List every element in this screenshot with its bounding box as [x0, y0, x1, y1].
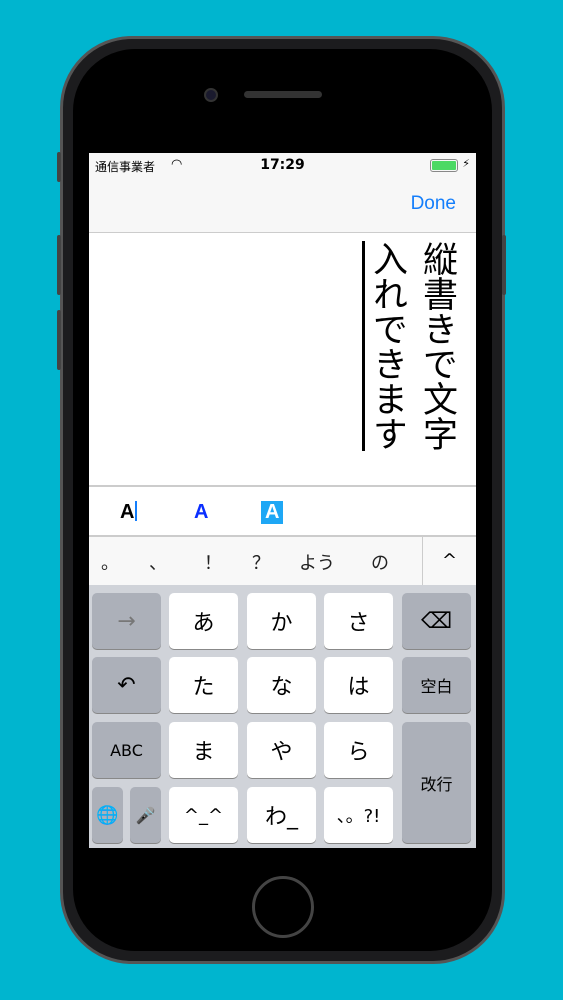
key[interactable]: か: [247, 593, 316, 649]
charging-icon: ⚡: [462, 157, 470, 170]
key[interactable]: わ_: [247, 787, 316, 843]
key[interactable]: や: [247, 722, 316, 778]
candidate[interactable]: 、: [149, 549, 167, 575]
key[interactable]: な: [247, 657, 316, 713]
status-bar: 通信事業者 ◠ 17:29 ⚡: [89, 153, 476, 179]
undo-key[interactable]: ↶: [92, 657, 161, 713]
candidate[interactable]: 。: [101, 549, 119, 575]
plain-text-button[interactable]: A: [120, 501, 138, 524]
microphone-icon[interactable]: 🎤: [130, 787, 161, 843]
globe-icon[interactable]: 🌐: [92, 787, 123, 843]
highlight-text-button[interactable]: A: [261, 501, 284, 524]
screen: 通信事業者 ◠ 17:29 ⚡ Done 縦書きで文字 入れできます A A A …: [89, 153, 476, 848]
volume-down: [57, 310, 61, 370]
key[interactable]: ^_^: [169, 787, 238, 843]
candidate-bar: 。 、 ！ ？ よう の ^: [89, 537, 476, 585]
mute-switch: [57, 152, 61, 182]
key[interactable]: 、。?!: [324, 787, 393, 843]
abc-key[interactable]: ABC: [92, 722, 161, 778]
format-bar: A A A: [89, 485, 476, 537]
color-text-button[interactable]: A: [194, 501, 208, 524]
enter-key[interactable]: 改行: [402, 722, 471, 843]
keyboard: → あ か さ ⌫ ↶ た な は 空白 ABC ま や ら 改行 🌐 🎤 ^_…: [89, 585, 476, 848]
home-button[interactable]: [252, 876, 314, 938]
nav-bar: Done: [89, 179, 476, 233]
candidate[interactable]: ！: [204, 549, 222, 575]
arrow-key[interactable]: →: [92, 593, 161, 649]
done-button[interactable]: Done: [411, 193, 456, 215]
space-key[interactable]: 空白: [402, 657, 471, 713]
camera: [204, 88, 218, 102]
text-editor[interactable]: 縦書きで文字 入れできます: [89, 233, 476, 485]
volume-up: [57, 235, 61, 295]
key[interactable]: あ: [169, 593, 238, 649]
key[interactable]: は: [324, 657, 393, 713]
speaker: [244, 91, 322, 98]
backspace-key[interactable]: ⌫: [402, 593, 471, 649]
clock: 17:29: [260, 157, 305, 173]
text-line: 縦書きで文字: [417, 241, 457, 451]
key[interactable]: さ: [324, 593, 393, 649]
battery-icon: [430, 159, 458, 172]
key[interactable]: ら: [324, 722, 393, 778]
expand-candidates-button[interactable]: ^: [422, 537, 476, 585]
candidate[interactable]: よう: [299, 549, 335, 575]
candidate[interactable]: ？: [252, 549, 270, 575]
key[interactable]: た: [169, 657, 238, 713]
power-button: [502, 235, 506, 295]
text-line: 入れできます: [367, 241, 407, 451]
key[interactable]: ま: [169, 722, 238, 778]
candidate[interactable]: の: [371, 549, 389, 575]
